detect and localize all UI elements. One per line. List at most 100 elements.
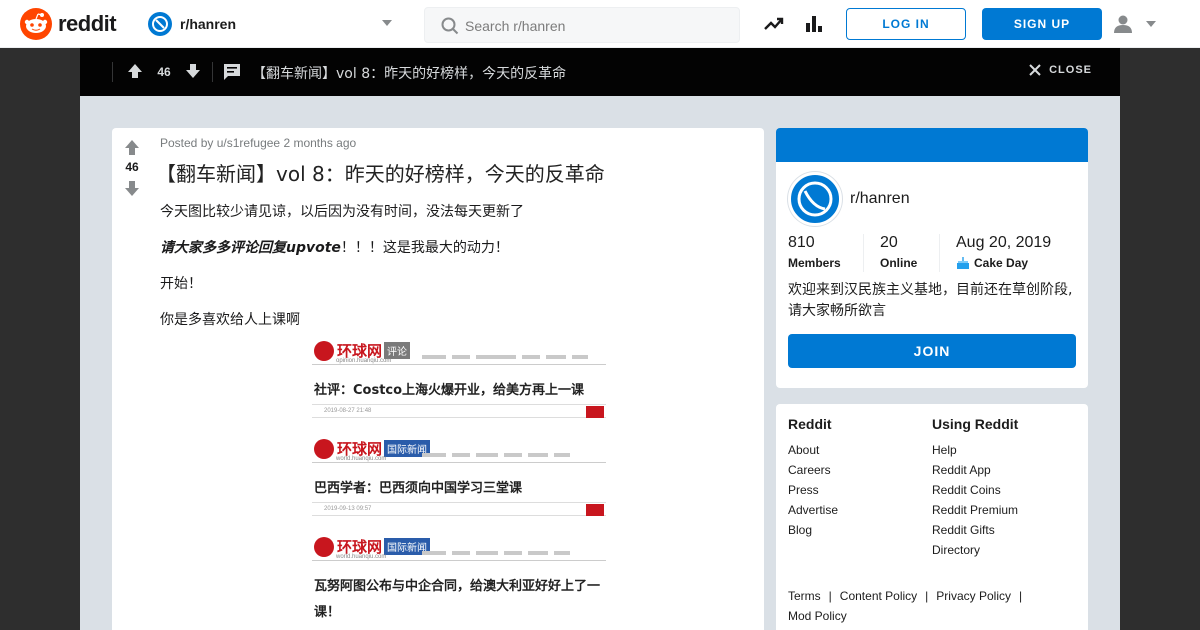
online-count: 20 — [880, 234, 898, 251]
close-button[interactable]: CLOSE — [1029, 64, 1092, 76]
news-date: 2019-08-27 21:48 — [324, 408, 372, 414]
divider — [939, 234, 940, 272]
news-headline: 巴西学者：巴西须向中国学习三堂课 — [314, 481, 523, 496]
members-count: 810 — [788, 234, 815, 251]
site-logo-icon — [314, 438, 334, 459]
footer-link[interactable]: About — [788, 440, 838, 460]
news-date: 2019-09-13 09:57 — [324, 506, 372, 512]
trending-icon[interactable] — [762, 12, 786, 36]
divider — [312, 560, 606, 561]
login-button[interactable]: LOG IN — [846, 8, 966, 40]
community-card: r/hanren 810 Members 20 Online Aug 20, 2… — [776, 128, 1088, 388]
cake-icon — [957, 257, 969, 269]
user-icon — [1114, 15, 1132, 33]
upvote-icon[interactable] — [122, 138, 142, 158]
community-banner — [776, 128, 1088, 162]
links-heading: Using Reddit — [932, 416, 1019, 432]
footer-link[interactable]: Reddit Premium — [932, 500, 1018, 520]
links-heading: Reddit — [788, 416, 832, 432]
content-policy-link[interactable]: Content Policy — [840, 589, 917, 603]
upvote-icon[interactable] — [126, 62, 144, 80]
community-avatar[interactable] — [788, 172, 842, 226]
post-title: 【翻车新闻】vol 8：昨天的好榜样，今天的反革命 — [156, 162, 605, 186]
post-body: 今天图比较少请见谅，以后因为没有时间，没法每天更新了 请大家多多评论回复upvo… — [160, 202, 740, 346]
user-menu[interactable] — [1112, 12, 1162, 36]
flag-icon — [586, 406, 604, 418]
join-button[interactable]: JOIN — [788, 334, 1076, 368]
footer-link[interactable]: Help — [932, 440, 1018, 460]
divider — [312, 462, 606, 463]
nav-strip — [422, 346, 602, 359]
post-topbar: 46 【翻车新闻】vol 8：昨天的好榜样，今天的反革命 CLOSE — [80, 48, 1120, 96]
subreddit-icon — [148, 12, 172, 36]
news-headline: 社评：Costco上海火爆开业，给美方再上一课 — [314, 383, 585, 398]
divider — [112, 62, 113, 82]
subreddit-dropdown[interactable]: r/hanren — [146, 8, 402, 40]
site-logo-icon — [314, 340, 334, 361]
separator: | — [828, 589, 832, 603]
chevron-down-icon — [1146, 21, 1156, 27]
post-overlay: 46 【翻车新闻】vol 8：昨天的好榜样，今天的反革命 CLOSE 46 Po… — [80, 48, 1120, 630]
section-tag: 评论 — [384, 342, 411, 359]
mod-policy-link[interactable]: Mod Policy — [788, 609, 847, 623]
cake-day-stat: Aug 20, 2019 Cake Day — [956, 234, 1051, 270]
post-paragraph: 今天图比较少请见谅，以后因为没有时间，没法每天更新了 — [160, 204, 524, 220]
reddit-logo[interactable]: reddit — [20, 8, 117, 40]
online-label: Online — [880, 256, 918, 270]
privacy-policy-link[interactable]: Privacy Policy — [936, 589, 1011, 603]
reddit-links-column: Reddit About Careers Press Advertise Blo… — [788, 416, 838, 540]
footer-links-card: Reddit About Careers Press Advertise Blo… — [776, 404, 1088, 630]
nav-strip — [422, 444, 602, 457]
signup-button[interactable]: SIGN UP — [982, 8, 1102, 40]
footer-link[interactable]: Reddit Coins — [932, 480, 1018, 500]
members-label: Members — [788, 256, 841, 270]
subreddit-name: r/hanren — [180, 16, 237, 32]
footer-link[interactable]: Press — [788, 480, 838, 500]
author-link[interactable]: u/s1refugee — [217, 136, 280, 150]
community-name[interactable]: r/hanren — [850, 190, 910, 208]
terms-link[interactable]: Terms — [788, 589, 821, 603]
news-footer: 2019-08-27 21:48 — [312, 404, 606, 418]
separator: | — [925, 589, 929, 603]
downvote-icon[interactable] — [184, 62, 202, 80]
divider — [312, 364, 606, 365]
footer-link[interactable]: Reddit Gifts — [932, 520, 1018, 540]
search-input[interactable] — [465, 16, 725, 36]
footer-link[interactable]: Careers — [788, 460, 838, 480]
footer-link[interactable]: Blog — [788, 520, 838, 540]
divider — [863, 234, 864, 272]
stats-icon[interactable] — [802, 12, 826, 36]
nav-strip — [422, 542, 602, 555]
post-card: 46 Posted by u/s1refugee 2 months ago 【翻… — [112, 128, 764, 630]
community-description: 欢迎来到汉民族主义基地，目前还在草创阶段,请大家畅所欲言 — [788, 282, 1073, 319]
news-item: 环球网 评论 opinion.huanqiu.com 社评：Costco上海火爆… — [312, 336, 612, 434]
close-label: CLOSE — [1049, 64, 1092, 76]
post-image[interactable]: 环球网 评论 opinion.huanqiu.com 社评：Costco上海火爆… — [312, 336, 612, 630]
flag-icon — [586, 504, 604, 516]
online-stat: 20 Online — [880, 234, 917, 270]
topbar-title: 【翻车新闻】vol 8：昨天的好榜样，今天的反革命 — [252, 66, 567, 82]
post-paragraph: 你是多喜欢给人上课啊 — [160, 312, 300, 328]
reddit-wordmark: reddit — [58, 11, 117, 36]
chevron-down-icon — [382, 20, 392, 26]
reddit-alien-icon — [20, 8, 52, 40]
search-icon — [441, 17, 459, 35]
post-time[interactable]: 2 months ago — [283, 136, 356, 150]
policy-links: Terms | Content Policy | Privacy Policy | Mod … — [788, 586, 1078, 626]
paragraph-text: ！！！这是我最大的动力！ — [340, 240, 509, 256]
posted-by-label: Posted by — [160, 136, 214, 150]
footer-link[interactable]: Reddit App — [932, 460, 1018, 480]
downvote-icon[interactable] — [122, 178, 142, 198]
footer-link[interactable]: Advertise — [788, 500, 838, 520]
using-reddit-links-column: Using Reddit Help Reddit App Reddit Coin… — [932, 416, 1018, 560]
search-bar[interactable] — [424, 7, 740, 43]
cake-day-row: Cake Day — [956, 256, 1051, 270]
cake-day-label: Cake Day — [974, 256, 1029, 270]
close-icon — [1029, 64, 1041, 76]
post-paragraph: 请大家多多评论回复upvote！！！这是我最大的动力！ — [160, 238, 740, 258]
footer-link[interactable]: Directory — [932, 540, 1018, 560]
members-stat: 810 Members — [788, 234, 841, 270]
cake-day-date: Aug 20, 2019 — [956, 234, 1052, 251]
vote-count: 46 — [125, 160, 139, 174]
post-meta: Posted by u/s1refugee 2 months ago — [160, 136, 356, 150]
